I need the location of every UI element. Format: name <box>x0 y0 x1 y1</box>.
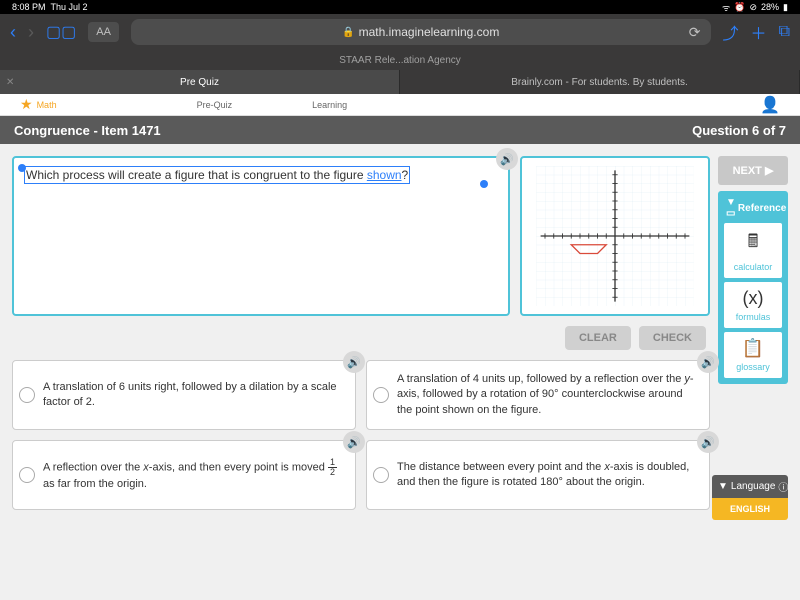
radio-a[interactable] <box>19 387 35 403</box>
browser-toolbar: ‹ › ▢▢ AA 🔒 math.imaginelearning.com ⟳ ⤴… <box>0 14 800 50</box>
glossary-icon: 📋 <box>742 338 764 359</box>
status-right: ᯤ ⏰ ⊘ 28% ▮ <box>722 1 788 14</box>
coordinate-plane <box>530 166 700 306</box>
selection-handle-icon[interactable] <box>480 180 488 188</box>
radio-c[interactable] <box>19 467 35 483</box>
reference-header[interactable]: ▼ ▭Reference <box>722 195 784 221</box>
glossary-tool[interactable]: 📋 glossary <box>724 332 782 378</box>
formula-icon: (x) <box>743 288 764 309</box>
app-header: ★ Math Pre-Quiz Learning 👤 <box>0 94 800 116</box>
tab-prequiz[interactable]: ✕ Pre Quiz <box>0 70 400 94</box>
page-content: ★ Math Pre-Quiz Learning 👤 Congruence - … <box>0 94 800 600</box>
close-icon[interactable]: ✕ <box>6 77 14 88</box>
header-item-learning[interactable]: Learning <box>312 100 347 110</box>
url-bar[interactable]: 🔒 math.imaginelearning.com ⟳ <box>131 19 711 45</box>
speaker-icon[interactable]: 🔊 <box>343 431 365 453</box>
speaker-icon[interactable]: 🔊 <box>697 351 719 373</box>
clear-button[interactable]: CLEAR <box>565 326 631 350</box>
avatar-icon[interactable]: 👤 <box>760 95 780 115</box>
new-tab-icon[interactable]: ＋ <box>751 20 767 44</box>
device-status-bar: 8:08 PM Thu Jul 2 ᯤ ⏰ ⊘ 28% ▮ <box>0 0 800 14</box>
app-logo: ★ Math <box>20 96 57 113</box>
calculator-icon: 🖩 <box>748 229 759 259</box>
language-header[interactable]: ▼ Language ⓘ <box>712 475 788 498</box>
language-panel: ▼ Language ⓘ ENGLISH <box>712 475 788 520</box>
language-english-button[interactable]: ENGLISH <box>712 498 788 520</box>
share-icon[interactable]: ⤴ <box>723 20 739 44</box>
speaker-icon[interactable]: 🔊 <box>697 431 719 453</box>
battery-percent: 28% <box>761 2 779 12</box>
answer-option-d[interactable]: 🔊 The distance between every point and t… <box>366 440 710 510</box>
reference-panel: ▼ ▭Reference 🖩 calculator (x) formulas 📋… <box>718 191 788 384</box>
alarm-icon: ⏰ <box>734 2 745 13</box>
question-text[interactable]: Which process will create a figure that … <box>24 166 410 184</box>
answer-option-c[interactable]: 🔊 A reflection over the x-axis, and then… <box>12 440 356 510</box>
answers-grid: 🔊 A translation of 6 units right, follow… <box>12 360 710 510</box>
main-area: Which process will create a figure that … <box>0 144 800 600</box>
status-date: Thu Jul 2 <box>51 2 88 12</box>
page-subtitle: STAAR Rele...ation Agency <box>0 50 800 70</box>
action-buttons: CLEAR CHECK <box>12 326 710 350</box>
star-icon: ★ <box>20 96 33 113</box>
browser-tabs: ✕ Pre Quiz Brainly.com - For students. B… <box>0 70 800 94</box>
answer-option-a[interactable]: 🔊 A translation of 6 units right, follow… <box>12 360 356 430</box>
speaker-icon[interactable]: 🔊 <box>343 351 365 373</box>
question-counter: Question 6 of 7 <box>692 123 786 138</box>
next-button[interactable]: NEXT ▶ <box>718 156 788 185</box>
check-button[interactable]: CHECK <box>639 326 706 350</box>
radio-b[interactable] <box>373 387 389 403</box>
question-title: Congruence - Item 1471 <box>14 123 161 138</box>
status-time: 8:08 PM <box>12 2 46 12</box>
calculator-tool[interactable]: 🖩 calculator <box>724 223 782 278</box>
answer-option-b[interactable]: 🔊 A translation of 4 units up, followed … <box>366 360 710 430</box>
question-box: Which process will create a figure that … <box>12 156 510 316</box>
battery-icon: ▮ <box>783 2 788 13</box>
back-button[interactable]: ‹ <box>10 22 16 43</box>
url-text: math.imaginelearning.com <box>359 25 500 39</box>
bookmarks-icon[interactable]: ▢▢ <box>46 22 76 42</box>
shown-link[interactable]: shown <box>367 168 402 182</box>
speaker-icon[interactable]: 🔊 <box>496 148 518 170</box>
figure-graph <box>520 156 710 316</box>
question-header: Congruence - Item 1471 Question 6 of 7 <box>0 116 800 144</box>
reload-icon[interactable]: ⟳ <box>689 24 701 41</box>
selection-handle-icon[interactable] <box>18 164 26 172</box>
sidebar: NEXT ▶ ▼ ▭Reference 🖩 calculator (x) for… <box>718 156 788 588</box>
formulas-tool[interactable]: (x) formulas <box>724 282 782 328</box>
text-size-button[interactable]: AA <box>88 22 119 42</box>
tab-brainly[interactable]: Brainly.com - For students. By students. <box>400 70 800 94</box>
radio-d[interactable] <box>373 467 389 483</box>
forward-button[interactable]: › <box>28 22 34 43</box>
tabs-overview-icon[interactable]: ⧉ <box>779 23 790 41</box>
header-item-prequiz[interactable]: Pre-Quiz <box>197 100 233 110</box>
lock-icon: 🔒 <box>342 27 354 38</box>
wifi-icon: ᯤ <box>722 1 730 14</box>
rotation-lock-icon: ⊘ <box>749 2 757 13</box>
